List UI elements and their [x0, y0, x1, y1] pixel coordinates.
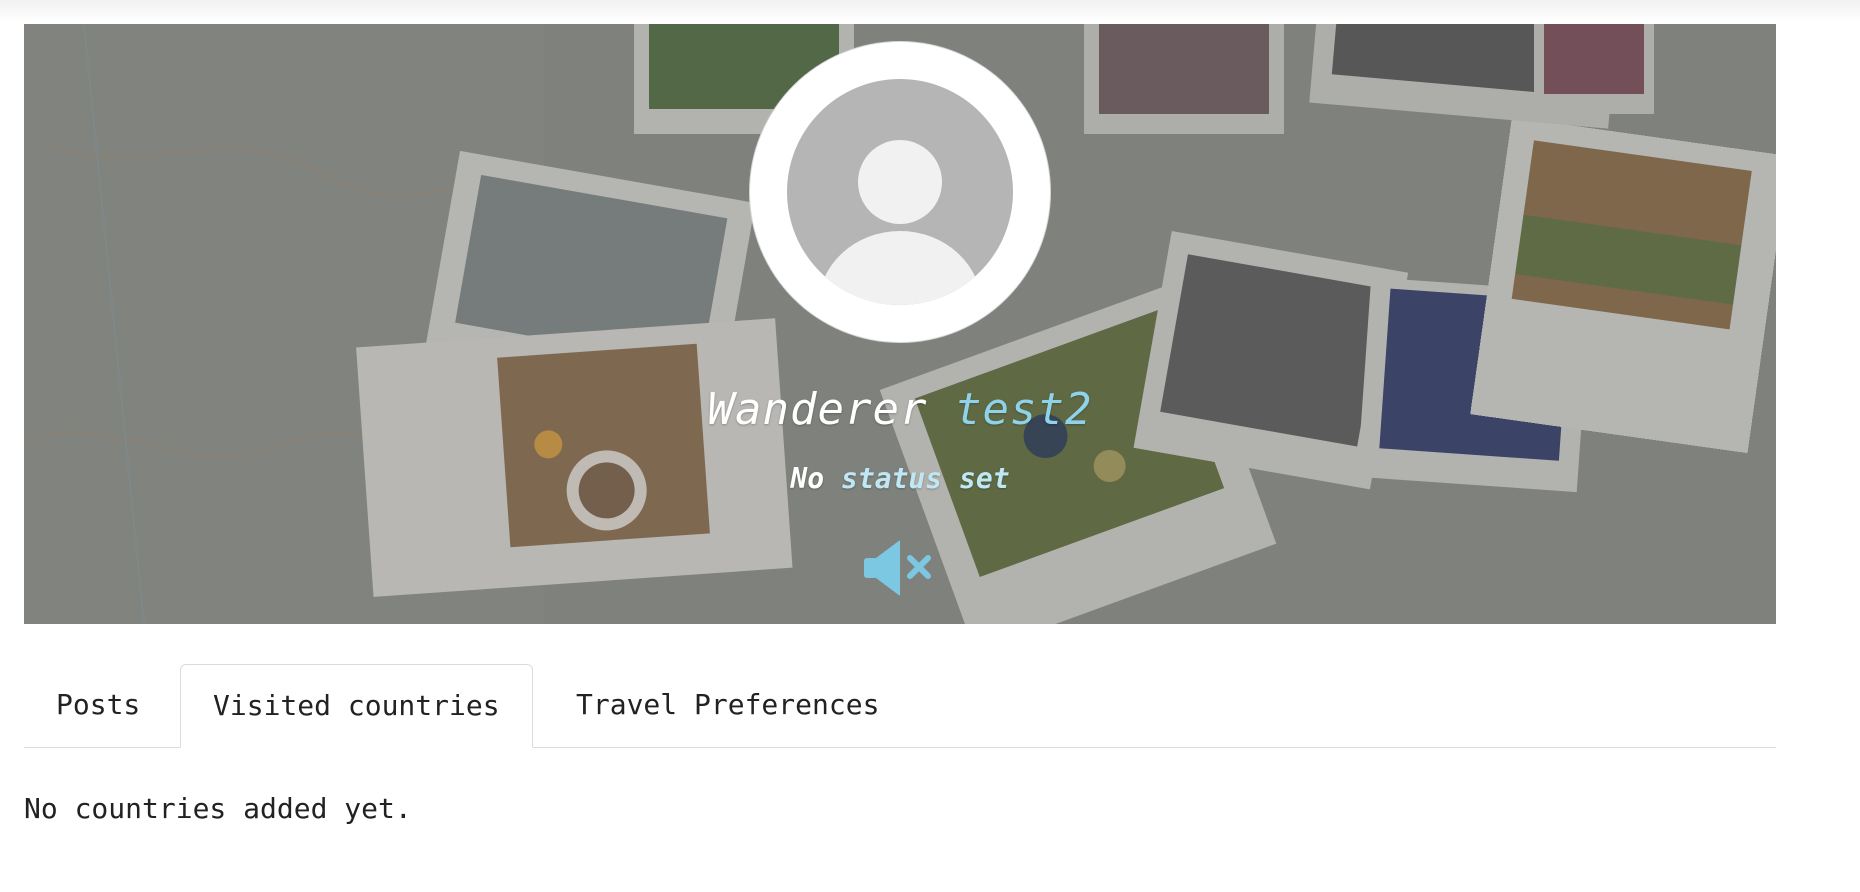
tab-travel-preferences[interactable]: Travel Preferences	[544, 664, 911, 746]
last-name: test2	[954, 384, 1093, 435]
tab-posts[interactable]: Posts	[24, 664, 172, 746]
status-rest: status set	[841, 462, 1010, 495]
profile-cover: Wanderer test2 No status set	[24, 24, 1776, 624]
status-prefix: No	[790, 462, 825, 495]
first-name: Wanderer	[707, 384, 928, 435]
avatar[interactable]	[750, 42, 1050, 342]
empty-countries-message: No countries added yet.	[24, 792, 412, 825]
user-placeholder-icon	[787, 79, 1013, 305]
top-bar	[0, 0, 1860, 22]
profile-name: Wanderer test2	[24, 384, 1776, 435]
profile-status: No status set	[24, 462, 1776, 495]
profile-tabs: Posts Visited countries Travel Preferenc…	[24, 664, 1776, 748]
speaker-muted-icon	[864, 540, 931, 596]
tab-visited-countries[interactable]: Visited countries	[180, 664, 533, 748]
mute-button[interactable]	[860, 536, 940, 600]
